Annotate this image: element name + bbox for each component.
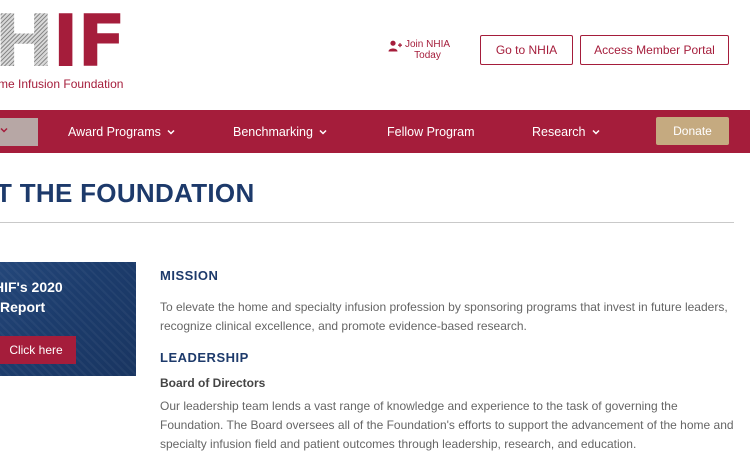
nav-item-benchmarking[interactable]: Benchmarking [233, 110, 327, 153]
donate-button[interactable]: Donate [656, 117, 729, 145]
chevron-down-icon [319, 129, 327, 135]
chevron-down-icon [0, 127, 8, 133]
site-logo[interactable]: H I F me Infusion Foundation [0, 0, 140, 92]
main-nav: Award Programs Benchmarking Fellow Progr… [0, 110, 750, 153]
join-line-1: Join NHIA [405, 39, 451, 50]
promo-title-line-2: Report [0, 299, 46, 315]
join-nhia-link[interactable]: Join NHIA Today [388, 39, 450, 61]
page-title: T THE FOUNDATION [0, 178, 255, 208]
nav-item-home-dropdown[interactable] [0, 118, 38, 146]
nav-item-award-programs[interactable]: Award Programs [68, 110, 175, 153]
member-portal-button[interactable]: Access Member Portal [580, 35, 729, 65]
annual-report-promo: HIF's 2020 Report Click here [0, 262, 136, 376]
user-plus-icon [388, 40, 402, 52]
title-divider [0, 222, 734, 223]
board-text: Our leadership team lends a vast range o… [160, 399, 734, 451]
nav-item-label: Award Programs [68, 124, 161, 139]
leadership-heading: LEADERSHIP [160, 350, 249, 365]
join-line-2: Today [414, 50, 441, 61]
mission-text: To elevate the home and specialty infusi… [160, 300, 728, 333]
logo-wordmark: H I F [0, 0, 126, 83]
join-nhia-label: Join NHIA Today [405, 39, 450, 61]
chevron-down-icon [167, 129, 175, 135]
nav-item-research[interactable]: Research [532, 110, 600, 153]
board-heading: Board of Directors [160, 376, 266, 390]
logo-letter: F [77, 0, 126, 83]
nav-item-label: Benchmarking [233, 124, 313, 139]
promo-title-line-1: HIF's 2020 [0, 279, 63, 295]
logo-letter: I [52, 0, 79, 83]
go-to-nhia-button[interactable]: Go to NHIA [480, 35, 573, 65]
nav-item-fellow-program[interactable]: Fellow Program [387, 110, 475, 153]
chevron-down-icon [591, 129, 600, 135]
mission-heading: MISSION [160, 268, 219, 283]
nav-item-label: Fellow Program [387, 124, 475, 139]
logo-org-name: me Infusion Foundation [0, 77, 124, 91]
click-here-button[interactable]: Click here [0, 336, 76, 364]
nav-item-label: Research [532, 124, 586, 139]
logo-letter: H [0, 5, 54, 77]
